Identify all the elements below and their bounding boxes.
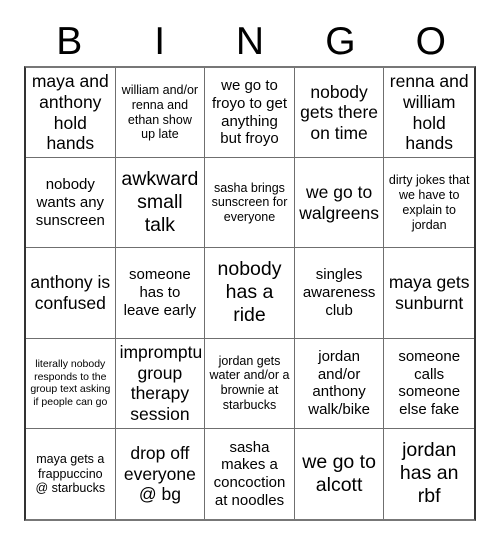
bingo-card: B I N G O maya and anthony hold hands wi… [0, 0, 500, 544]
bingo-cell[interactable]: we go to walgreens [294, 158, 385, 249]
bingo-cell-text: dirty jokes that we have to explain to j… [388, 173, 470, 232]
bingo-cell-text: maya gets a frappuccino @ starbucks [35, 451, 106, 496]
bingo-cell-text: someone calls someone else fake [398, 347, 461, 418]
bingo-cell[interactable]: someone calls someone else fake [384, 338, 474, 429]
bingo-cell[interactable]: we go to alcott [294, 428, 385, 519]
bingo-cell-text: maya and anthony hold hands [31, 71, 109, 154]
bingo-header-letter-i: I [154, 20, 166, 63]
bingo-cell[interactable]: maya and anthony hold hands [26, 68, 116, 159]
bingo-cell[interactable]: jordan gets water and/or a brownie at st… [205, 338, 295, 429]
bingo-cell-text: drop off everyone @ bg [123, 442, 196, 505]
bingo-cell-text: someone has to leave early [123, 266, 197, 319]
bingo-cell[interactable]: awkward small talk [115, 158, 206, 249]
bingo-cell[interactable]: nobody gets there on time [294, 68, 385, 159]
bingo-cell-text: sasha makes a concoction at noodles [213, 438, 286, 509]
bingo-cell-text: anthony is confused [30, 272, 111, 313]
bingo-cell[interactable]: literally nobody responds to the group t… [26, 338, 116, 429]
bingo-cell[interactable]: anthony is confused [26, 248, 116, 339]
bingo-cell-text: singles awareness club [302, 266, 376, 319]
bingo-header: B I N G O [24, 18, 476, 66]
bingo-cell-text: jordan and/or anthony walk/bike [308, 347, 370, 418]
bingo-cell[interactable]: drop off everyone @ bg [115, 428, 206, 519]
bingo-cell-text: we go to walgreens [299, 182, 379, 223]
bingo-cell-text: jordan has an rbf [399, 439, 459, 508]
bingo-cell-text: impromptu group therapy session [119, 341, 203, 424]
bingo-cell-text: awkward small talk [121, 168, 199, 237]
bingo-grid: maya and anthony hold hands william and/… [24, 66, 476, 521]
bingo-cell-text: renna and william hold hands [389, 71, 469, 154]
bingo-cell[interactable]: sasha makes a concoction at noodles [205, 428, 295, 519]
bingo-cell-text: literally nobody responds to the group t… [30, 358, 111, 408]
bingo-cell-text: we go to alcott [302, 450, 376, 496]
bingo-cell-text: maya gets sunburnt [388, 272, 470, 313]
bingo-header-letter-o: O [415, 20, 446, 63]
bingo-header-letter-n: N [235, 20, 265, 63]
bingo-cell-text: jordan gets water and/or a brownie at st… [209, 353, 290, 412]
bingo-cell[interactable]: nobody wants any sunscreen [26, 158, 116, 249]
bingo-cell-text: sasha brings sunscreen for everyone [211, 180, 288, 225]
bingo-cell-text: nobody wants any sunscreen [35, 176, 105, 229]
bingo-cell[interactable]: impromptu group therapy session [115, 338, 206, 429]
bingo-cell[interactable]: renna and william hold hands [384, 68, 474, 159]
bingo-cell[interactable]: someone has to leave early [115, 248, 206, 339]
bingo-cell[interactable]: nobody has a ride [205, 248, 295, 339]
bingo-cell[interactable]: maya gets a frappuccino @ starbucks [26, 428, 116, 519]
bingo-cell[interactable]: jordan and/or anthony walk/bike [294, 338, 385, 429]
bingo-cell-text: william and/or renna and ethan show up l… [121, 83, 199, 142]
bingo-cell[interactable]: sasha brings sunscreen for everyone [205, 158, 295, 249]
bingo-cell-text: we go to froyo to get anything but froyo [211, 77, 288, 148]
bingo-cell-text: nobody gets there on time [300, 81, 378, 143]
bingo-cell-text: nobody has a ride [217, 258, 282, 327]
bingo-cell[interactable]: maya gets sunburnt [384, 248, 474, 339]
bingo-cell[interactable]: dirty jokes that we have to explain to j… [384, 158, 474, 249]
bingo-header-letter-b: B [56, 20, 83, 63]
bingo-cell[interactable]: william and/or renna and ethan show up l… [115, 68, 206, 159]
bingo-cell[interactable]: jordan has an rbf [384, 428, 474, 519]
bingo-cell[interactable]: singles awareness club [294, 248, 385, 339]
bingo-header-letter-g: G [325, 20, 356, 63]
bingo-cell[interactable]: we go to froyo to get anything but froyo [205, 68, 295, 159]
